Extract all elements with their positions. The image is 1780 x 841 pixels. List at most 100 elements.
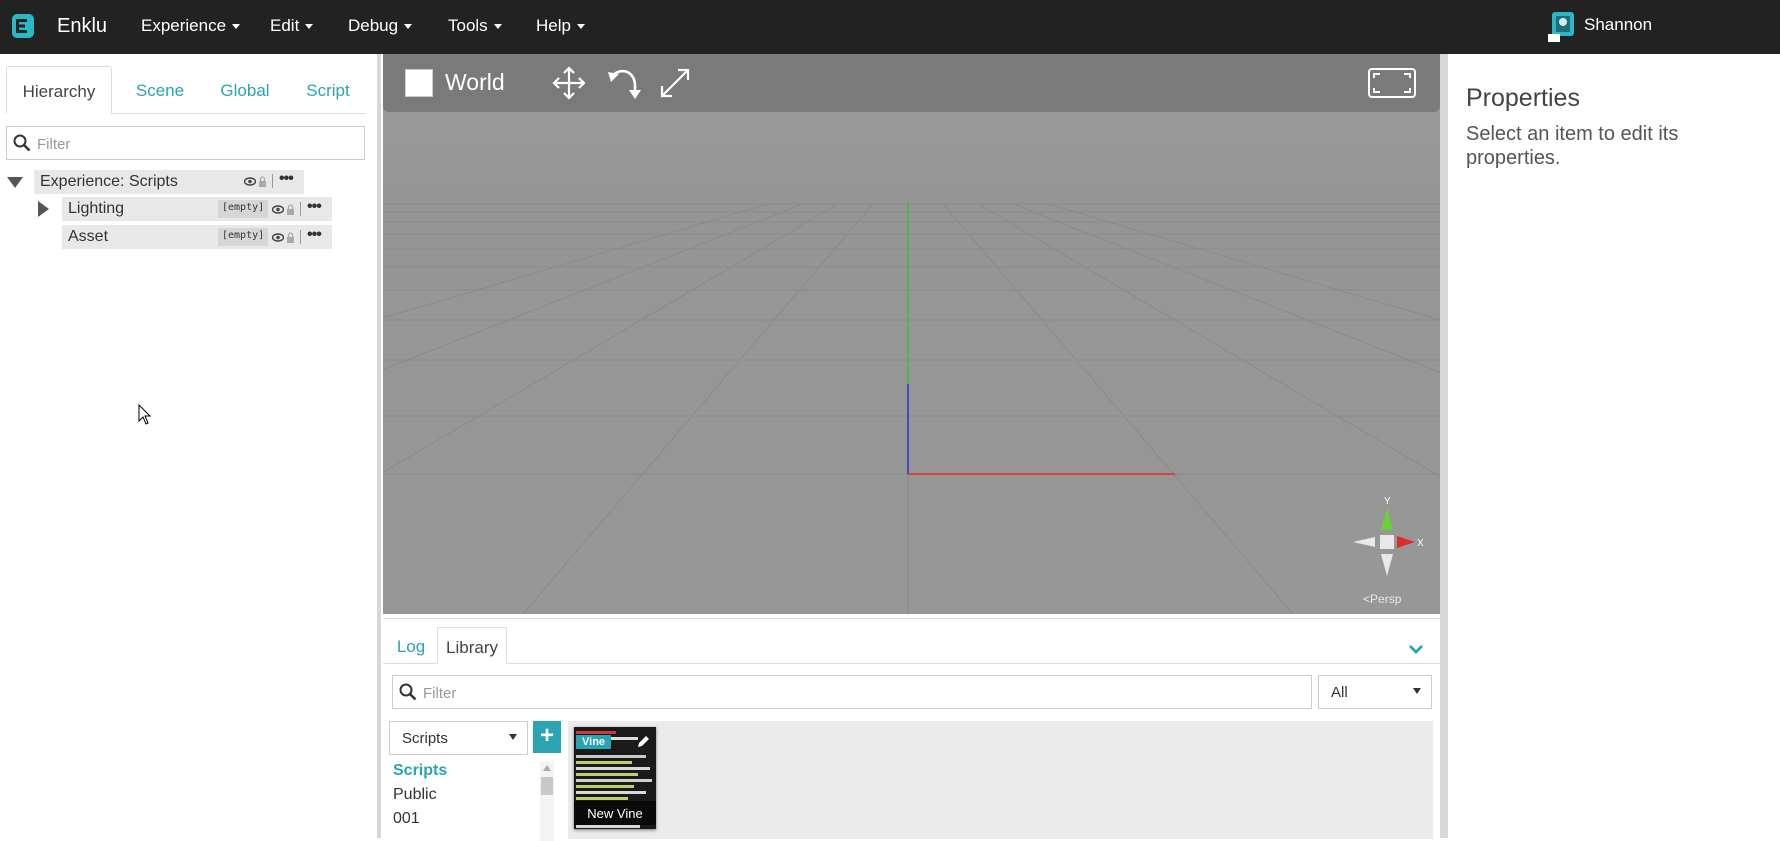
lock-icon[interactable] [258,176,267,187]
fullscreen-icon[interactable] [1368,68,1416,98]
tab-global[interactable]: Global [209,66,281,114]
right-panel-resize-handle[interactable] [1440,54,1448,838]
divider [272,174,273,188]
code-preview-line [576,773,638,776]
code-preview-line [576,767,650,770]
tab-scene[interactable]: Scene [124,66,196,114]
item-type-badge: Vine [576,735,612,749]
divider [300,202,301,216]
collapse-arrow-icon[interactable] [7,177,23,188]
expand-arrow-icon[interactable] [38,201,49,217]
lock-icon[interactable] [286,232,295,243]
lock-icon[interactable] [286,204,295,215]
menu-debug-label: Debug [348,16,399,35]
eye-icon[interactable] [272,233,284,242]
folder-item-public[interactable]: Public [393,783,523,807]
tab-library[interactable]: Library [437,627,507,664]
menu-experience-label: Experience [141,16,227,35]
menu-tools[interactable]: Tools [448,16,502,36]
scroll-thumb[interactable] [541,777,553,795]
more-options-icon[interactable]: ••• [307,198,322,216]
left-tab-bar: Hierarchy Scene Global Script [6,66,366,114]
more-options-icon[interactable]: ••• [307,226,322,244]
folder-select[interactable]: Scripts [389,721,528,755]
tab-script[interactable]: Script [294,66,362,114]
mouse-cursor-icon [138,404,152,425]
user-name[interactable]: Shannon [1584,15,1652,35]
tree-item-root[interactable]: Experience: Scripts ••• [34,170,304,194]
brand-name[interactable]: Enklu [57,15,107,38]
left-panel-resize-handle[interactable] [377,54,381,838]
library-filter [392,675,1312,709]
divider [300,230,301,244]
camera-mode-label[interactable]: <Persp [1363,592,1401,606]
menu-tools-label: Tools [448,16,488,35]
scene-grid: Y X [383,54,1440,614]
folder-list: Scripts Public 001 [393,759,523,831]
world-label: World [445,69,505,95]
code-preview-line [576,791,646,794]
item-name: New Vine [574,801,656,825]
dropdown-arrow-icon [509,734,517,740]
tree-item-label: Experience: Scripts [40,173,178,190]
library-panel: Log Library All Scripts + Scripts Public… [383,618,1440,841]
empty-tag: [empty] [218,228,269,246]
menu-experience[interactable]: Experience [141,16,241,36]
pencil-icon[interactable] [636,735,650,749]
tree-item-label: Asset [68,228,109,245]
tab-hierarchy[interactable]: Hierarchy [6,66,112,114]
scene-viewport[interactable]: Y X World <Persp [383,54,1440,614]
library-filter-input[interactable] [423,682,1303,704]
caret-down-icon [404,24,413,30]
caret-down-icon [493,24,502,30]
tab-log[interactable]: Log [391,627,431,664]
eye-icon[interactable] [244,177,256,186]
more-options-icon[interactable]: ••• [279,170,294,188]
bottom-tab-bar: Log Library [383,627,1440,664]
move-icon[interactable] [550,64,588,102]
add-button[interactable]: + [533,721,561,753]
search-icon [399,683,417,701]
tree-item-label: Lighting [68,200,125,217]
user-avatar-icon[interactable] [1548,12,1576,42]
scale-icon[interactable] [656,64,694,102]
empty-tag: [empty] [218,200,269,218]
hierarchy-panel: Hierarchy Scene Global Script Experience… [0,54,377,838]
menu-edit[interactable]: Edit [270,16,314,36]
search-icon [13,134,31,152]
hierarchy-filter-input[interactable] [37,133,357,155]
code-preview-line [576,779,652,782]
hierarchy-filter [6,126,365,160]
code-preview-line [576,755,646,758]
caret-down-icon [232,24,241,30]
chevron-down-icon[interactable] [1408,643,1424,655]
menu-help[interactable]: Help [536,16,585,36]
code-preview-line [576,797,628,800]
code-preview-line [576,731,616,734]
enklu-logo-icon[interactable] [10,12,36,40]
properties-hint: Select an item to edit its properties. [1466,123,1679,169]
folder-select-value: Scripts [402,730,448,747]
world-space-checkbox[interactable] [405,69,433,97]
menu-debug[interactable]: Debug [348,16,413,36]
library-type-value: All [1331,684,1348,701]
folder-item-scripts[interactable]: Scripts [393,759,523,783]
eye-icon[interactable] [272,205,284,214]
caret-down-icon [305,24,314,30]
properties-title: Properties [1466,84,1580,112]
rotate-icon[interactable] [605,64,643,102]
library-type-select[interactable]: All [1318,675,1432,709]
dropdown-arrow-icon [1413,688,1421,694]
menu-help-label: Help [536,16,571,35]
library-item[interactable]: Vine New Vine [574,727,656,829]
chevron-left-icon: < [1363,592,1371,606]
folder-item-001[interactable]: 001 [393,807,523,831]
scroll-up-icon[interactable] [543,765,551,771]
viewport-toolbar: World [383,54,1440,112]
tree-item-lighting[interactable]: Lighting [empty] ••• [62,197,332,221]
top-nav-bar: Enklu Experience Edit Debug Tools Help S… [0,0,1780,54]
camera-mode-text: Persp [1370,592,1402,606]
folder-scrollbar[interactable] [540,761,554,841]
tree-item-asset[interactable]: Asset [empty] ••• [62,225,332,249]
caret-down-icon [576,24,585,30]
